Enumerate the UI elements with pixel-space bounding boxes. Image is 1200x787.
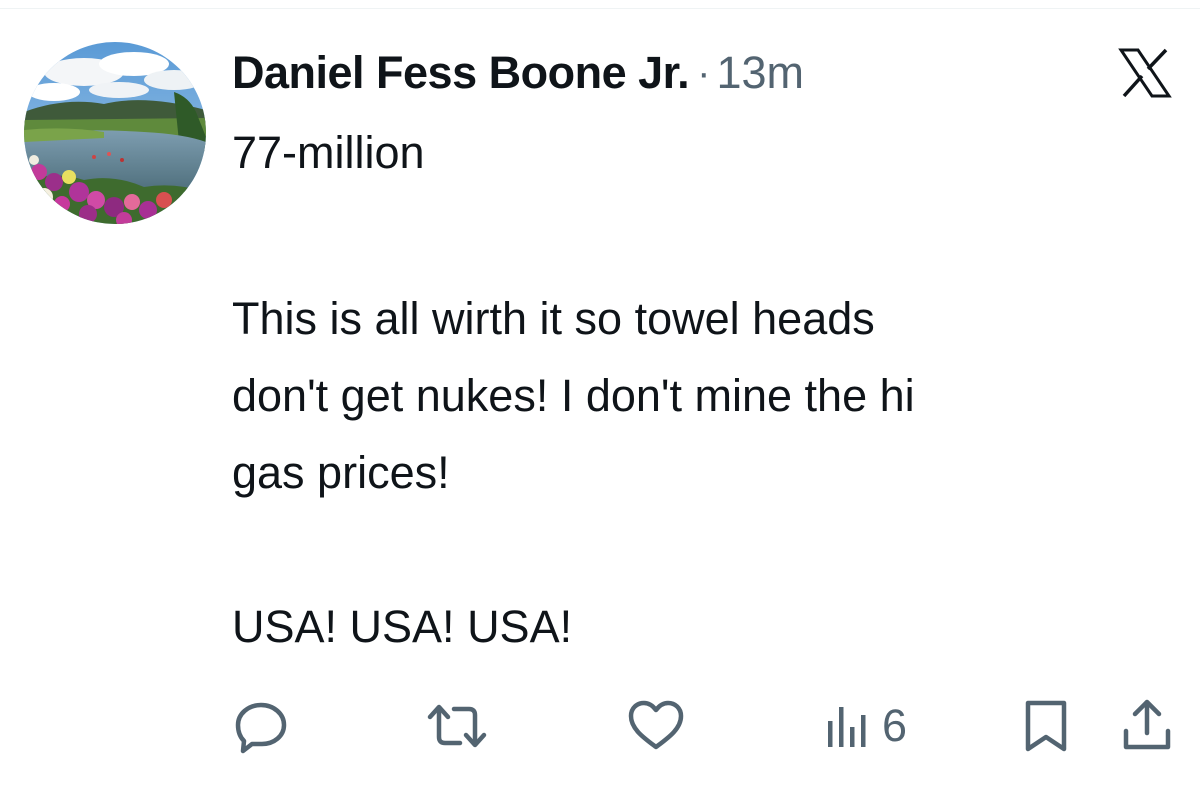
tweet-header: Daniel Fess Boone Jr. · 13m [232,40,804,106]
bookmark-icon [1025,700,1067,752]
landscape-avatar-image [24,42,206,224]
share-button[interactable] [1120,696,1174,756]
reply-button[interactable] [232,696,290,756]
tweet-timestamp[interactable]: 13m [717,47,805,99]
author-handle[interactable]: 77-million [232,124,425,182]
tweet-text-line: don't get nukes! I don't mine the hi [232,370,915,421]
analytics-bars-icon [828,707,866,747]
avatar[interactable] [24,42,206,224]
tweet-text-line: This is all wirth it so towel heads [232,293,875,344]
tweet-text-line: gas prices! [232,447,450,498]
author-display-name[interactable]: Daniel Fess Boone Jr. [232,47,690,99]
x-logo-icon [1118,48,1172,98]
retweet-icon [427,704,487,748]
tweet-text-line: USA! USA! USA! [232,601,573,652]
top-divider [0,8,1200,9]
share-icon [1123,699,1171,750]
bookmark-button[interactable] [1022,696,1070,756]
retweet-button[interactable] [424,696,490,756]
views-count: 6 [882,700,908,751]
reply-icon [235,702,287,754]
tweet-text: This is all wirth it so towel heads don'… [232,280,1172,665]
like-button[interactable] [626,696,686,756]
views-button[interactable]: 6 [826,696,907,756]
header-separator: · [697,50,711,95]
heart-icon [628,700,684,750]
